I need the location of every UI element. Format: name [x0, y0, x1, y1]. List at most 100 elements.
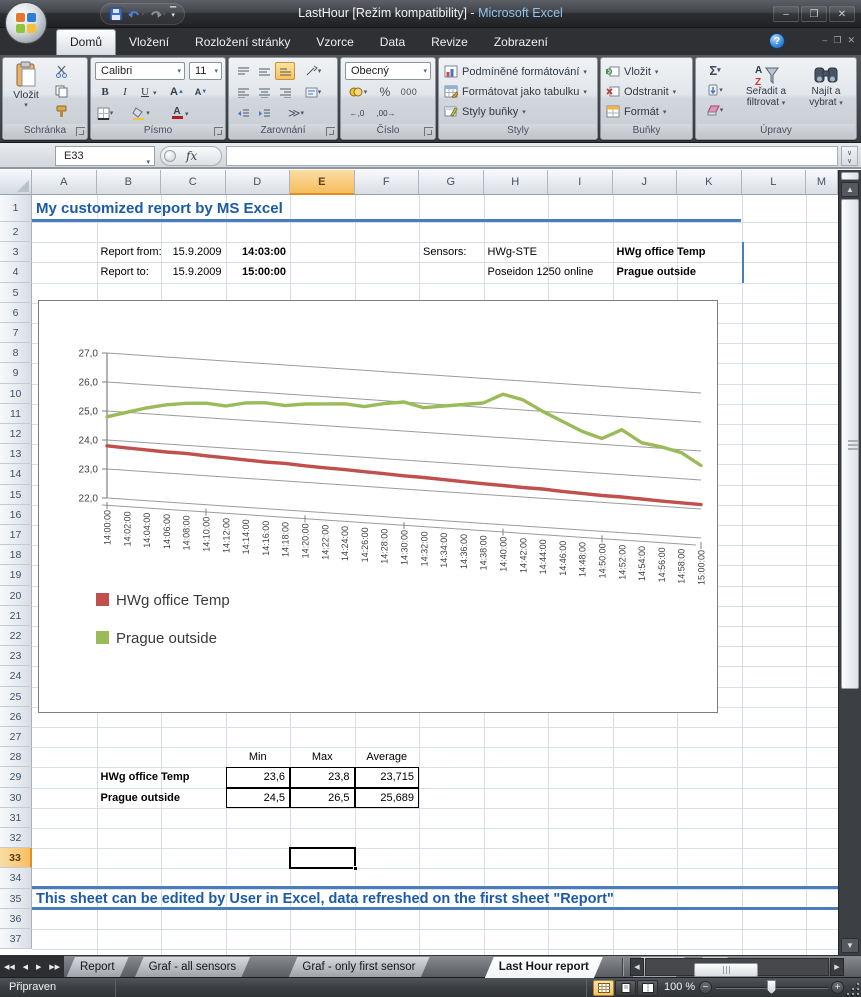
sort-filter-button[interactable]: AZ Seřadit a filtrovat ▾ [736, 62, 796, 108]
cell-A1[interactable]: My customized report by MS Excel [32, 195, 772, 222]
cell-H3[interactable]: HWg-STE [484, 242, 549, 262]
row-header-9[interactable]: 9 [0, 363, 32, 383]
column-header-C[interactable]: C [161, 170, 226, 195]
row-header-2[interactable]: 2 [0, 222, 32, 242]
cell-D3[interactable]: 14:03:00 [226, 242, 291, 262]
undo-dropdown-icon[interactable]: ▾ [141, 10, 145, 18]
increase-decimal-icon[interactable]: ←,0 [345, 104, 369, 122]
cell-E29[interactable]: 23,8 [290, 767, 355, 787]
align-bottom-icon[interactable] [275, 62, 295, 80]
expand-formula-bar-icon[interactable]: ∨∨ [841, 146, 858, 166]
copy-icon[interactable] [51, 82, 71, 100]
cell-D4[interactable]: 15:00:00 [226, 262, 291, 282]
normal-view-button[interactable] [593, 980, 614, 996]
row-header-35[interactable]: 35 [0, 889, 32, 909]
last-sheet-icon[interactable]: ▶▶ [49, 963, 60, 971]
select-all-corner[interactable] [0, 170, 32, 195]
font-color-icon[interactable]: A [167, 104, 187, 122]
cell-F29[interactable]: 23,715 [355, 767, 420, 787]
row-header-22[interactable]: 22 [0, 626, 32, 646]
fill-color-icon[interactable]: ▾ [131, 104, 151, 122]
row-header-14[interactable]: 14 [0, 464, 32, 484]
format-as-table-button[interactable]: Formátovat jako tabulku▾ [444, 82, 587, 101]
fill-down-icon[interactable]: ▾ [700, 81, 730, 99]
bold-button[interactable]: B [95, 83, 115, 101]
cell-E28[interactable]: Max [290, 747, 355, 767]
number-dialog-launcher-icon[interactable] [424, 127, 433, 136]
undo-button[interactable]: ▾ [127, 8, 145, 20]
ribbon-tab-vlo-en-[interactable]: Vložení [116, 30, 182, 55]
row-header-30[interactable]: 30 [0, 788, 32, 808]
column-header-K[interactable]: K [677, 170, 742, 195]
row-header-36[interactable]: 36 [0, 909, 32, 929]
sheet-tab-report[interactable]: Report [66, 957, 129, 978]
row-header-20[interactable]: 20 [0, 586, 32, 606]
maximize-icon[interactable]: ❐ [801, 6, 827, 22]
row-header-21[interactable]: 21 [0, 606, 32, 626]
cut-icon[interactable] [51, 62, 71, 80]
conditional-formatting-button[interactable]: Podmíněné formátování▾ [444, 62, 587, 81]
window-resize-grip[interactable] [846, 982, 859, 995]
cell-C3[interactable]: 15.9.2009 [161, 242, 226, 262]
customize-qat-icon[interactable]: ▔▾ [170, 10, 176, 18]
column-header-F[interactable]: F [355, 170, 420, 195]
shrink-font-button[interactable]: A▼ [191, 83, 211, 101]
row-header-26[interactable]: 26 [0, 707, 32, 727]
column-header-I[interactable]: I [548, 170, 613, 195]
font-size-select[interactable]: 11▾ [189, 62, 222, 80]
column-header-L[interactable]: L [742, 170, 807, 195]
format-painter-icon[interactable] [51, 102, 71, 120]
align-middle-icon[interactable] [254, 62, 274, 80]
zoom-out-icon[interactable]: − [699, 981, 712, 994]
align-left-icon[interactable] [233, 83, 253, 101]
row-header-10[interactable]: 10 [0, 384, 32, 404]
align-right-icon[interactable] [275, 83, 295, 101]
first-sheet-icon[interactable]: ◀◀ [4, 963, 15, 971]
name-box[interactable]: E33▾ [55, 146, 155, 166]
cell-J4[interactable]: Prague outside [613, 262, 678, 282]
row-header-1[interactable]: 1 [0, 195, 32, 222]
workbook-restore-icon[interactable]: ❐ [833, 35, 841, 46]
comma-style-button[interactable]: 000 [399, 83, 419, 101]
cell-styles-button[interactable]: Styly buňky▾ [444, 102, 526, 121]
clear-icon[interactable]: ▾ [700, 101, 730, 119]
paste-button[interactable]: Vložit▾ [7, 61, 45, 109]
row-header-34[interactable]: 34 [0, 868, 32, 888]
row-header-31[interactable]: 31 [0, 808, 32, 828]
cell-B4[interactable]: Report to: [97, 262, 162, 282]
font-dialog-launcher-icon[interactable] [214, 127, 223, 136]
decrease-decimal-icon[interactable]: ,00→ [373, 104, 399, 122]
row-header-24[interactable]: 24 [0, 666, 32, 686]
font-color-dropdown-icon[interactable]: ▾ [185, 110, 189, 118]
fill-handle[interactable] [353, 866, 358, 871]
row-header-8[interactable]: 8 [0, 343, 32, 363]
row-header-18[interactable]: 18 [0, 545, 32, 565]
cell-B30[interactable]: Prague outside [97, 788, 226, 808]
chart-object[interactable]: 27,026,025,024,023,022,014:00:0014:02:00… [38, 300, 718, 713]
underline-button[interactable]: U [135, 83, 155, 101]
scroll-down-icon[interactable]: ▼ [841, 938, 859, 953]
row-header-11[interactable]: 11 [0, 404, 32, 424]
underline-dropdown-icon[interactable]: ▾ [153, 89, 157, 97]
row-header-37[interactable]: 37 [0, 929, 32, 949]
hscroll-right-icon[interactable]: ▶ [830, 958, 844, 976]
horizontal-scroll-thumb[interactable] [694, 963, 758, 977]
help-icon[interactable]: ? [769, 33, 785, 49]
minimize-icon[interactable]: – [773, 6, 799, 22]
align-center-icon[interactable] [254, 83, 274, 101]
align-top-icon[interactable] [233, 62, 253, 80]
sheet-tab-last-hour-report[interactable]: Last Hour report [485, 957, 603, 978]
alignment-dialog-launcher-icon[interactable] [326, 127, 335, 136]
close-icon[interactable]: ✕ [829, 6, 855, 22]
orientation-icon[interactable]: ▾ [303, 62, 323, 80]
insert-cells-button[interactable]: Vložit▾ [606, 62, 658, 81]
italic-button[interactable]: I [115, 83, 135, 101]
sheet-tab-graf-all-sensors[interactable]: Graf - all sensors [135, 957, 251, 978]
row-header-5[interactable]: 5 [0, 283, 32, 303]
sheet-tab-graf-only-first-sensor[interactable]: Graf - only first sensor [288, 957, 429, 978]
row-header-16[interactable]: 16 [0, 505, 32, 525]
ribbon-tab-rozlo-en-str-nky[interactable]: Rozložení stránky [182, 30, 303, 55]
next-sheet-icon[interactable]: ▶ [36, 963, 41, 971]
ribbon-tab-data[interactable]: Data [367, 30, 418, 55]
scroll-up-icon[interactable]: ▲ [841, 182, 859, 197]
